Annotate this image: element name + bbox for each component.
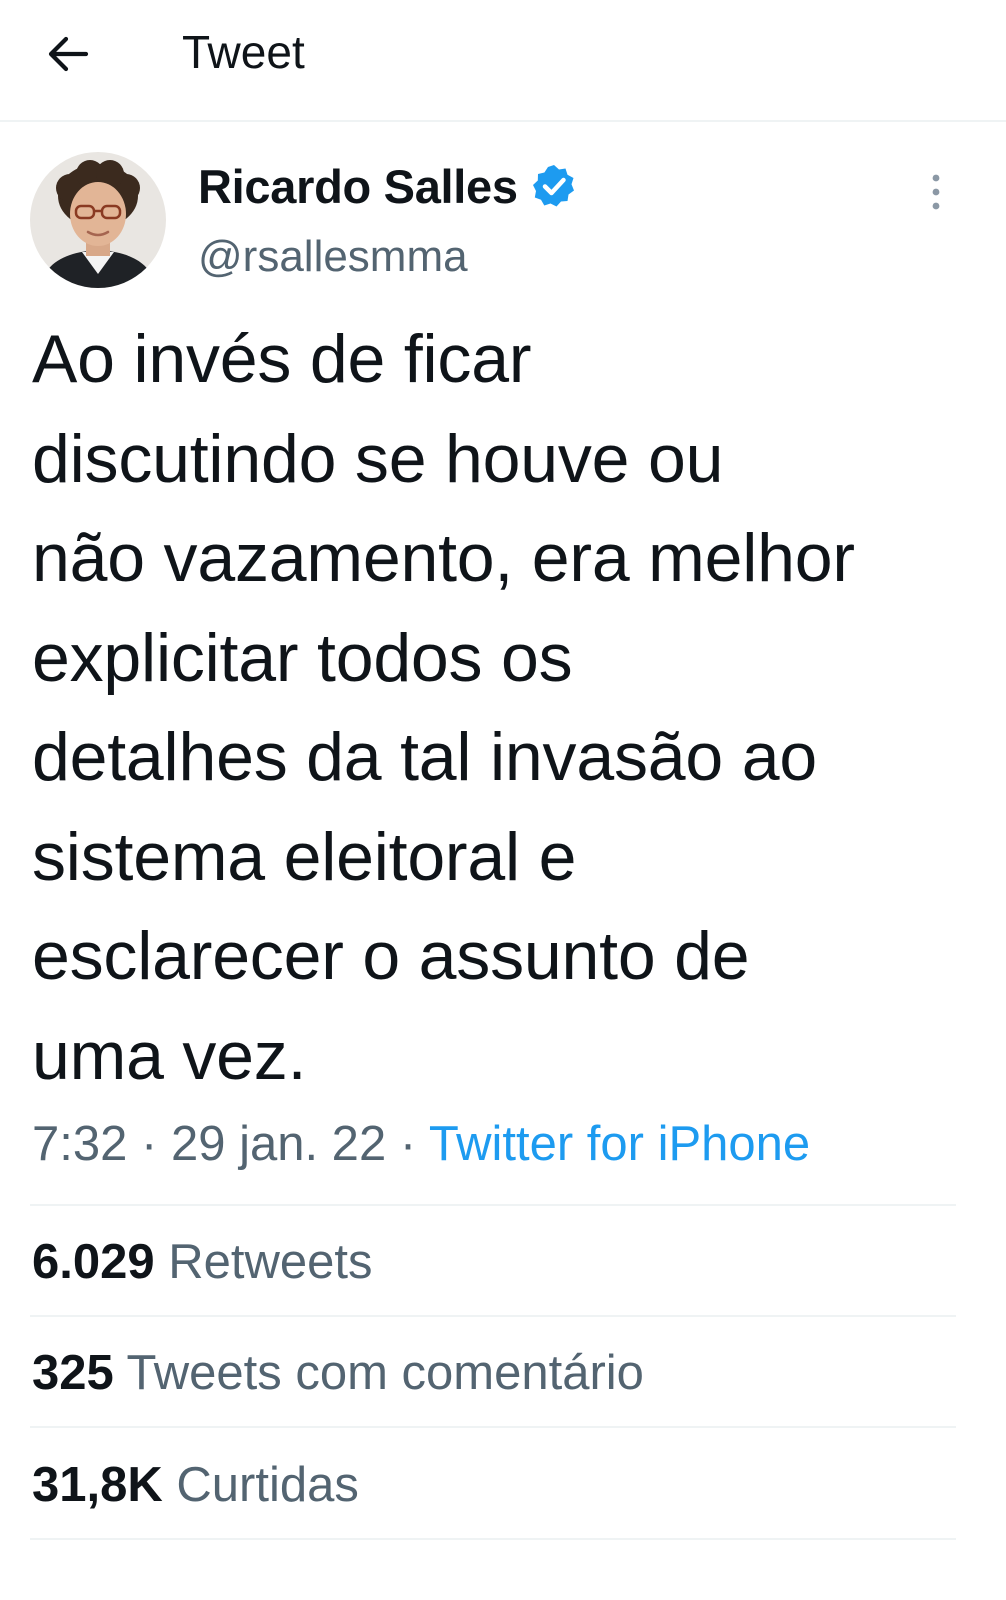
- divider: [30, 1315, 956, 1317]
- more-options-button[interactable]: [912, 168, 960, 216]
- tweet-text-line: detalhes da tal invasão ao: [32, 719, 817, 795]
- quote-tweets-count: 325: [32, 1346, 114, 1400]
- quote-tweets-stat[interactable]: 325 Tweets com comentário: [32, 1341, 644, 1405]
- page-title: Tweet: [182, 26, 305, 78]
- divider: [30, 1426, 956, 1428]
- arrow-left-icon: [48, 36, 89, 72]
- avatar-image: [30, 152, 166, 288]
- tweet-text-line: uma vez.: [32, 1017, 307, 1094]
- tweet-source-link[interactable]: Twitter for iPhone: [429, 1117, 810, 1171]
- tweet-text: Ao invés de ficar discutindo se houve ou…: [32, 310, 972, 1106]
- tweet-text-line: esclarecer o assunto de: [32, 918, 750, 994]
- author-handle[interactable]: @rsallesmma: [198, 232, 468, 282]
- tweet-time[interactable]: 7:32: [32, 1117, 127, 1171]
- top-bar: Tweet: [0, 0, 1006, 122]
- author-display-name[interactable]: Ricardo Salles: [198, 159, 518, 214]
- tweet-meta: 7:32 · 29 jan. 22 · Twitter for iPhone: [32, 1112, 810, 1176]
- likes-label: Curtidas: [176, 1458, 359, 1512]
- tweet-text-line: não vazamento, era melhor: [32, 520, 855, 596]
- verified-badge-icon: [530, 162, 578, 210]
- likes-count: 31,8K: [32, 1458, 163, 1512]
- more-vertical-icon: [932, 174, 940, 210]
- retweets-label: Retweets: [168, 1235, 373, 1289]
- likes-stat[interactable]: 31,8K Curtidas: [32, 1453, 359, 1517]
- tweet-text-line: explicitar todos os: [32, 619, 573, 696]
- quote-tweets-label: Tweets com comentário: [126, 1346, 644, 1400]
- tweet-text-line: discutindo se houve ou: [32, 420, 724, 497]
- retweets-count: 6.029: [32, 1235, 155, 1289]
- tweet-date[interactable]: 29 jan. 22: [171, 1117, 386, 1171]
- author-name-row: Ricardo Salles: [198, 158, 578, 214]
- retweets-stat[interactable]: 6.029 Retweets: [32, 1230, 373, 1294]
- meta-separator: ·: [141, 1117, 158, 1171]
- divider: [30, 1538, 956, 1540]
- tweet-text-line: sistema eleitoral e: [32, 818, 577, 895]
- divider: [30, 1204, 956, 1206]
- tweet-text-line: Ao invés de ficar: [32, 321, 532, 397]
- meta-separator: ·: [399, 1117, 417, 1171]
- avatar[interactable]: [30, 152, 166, 288]
- back-button[interactable]: [40, 26, 96, 82]
